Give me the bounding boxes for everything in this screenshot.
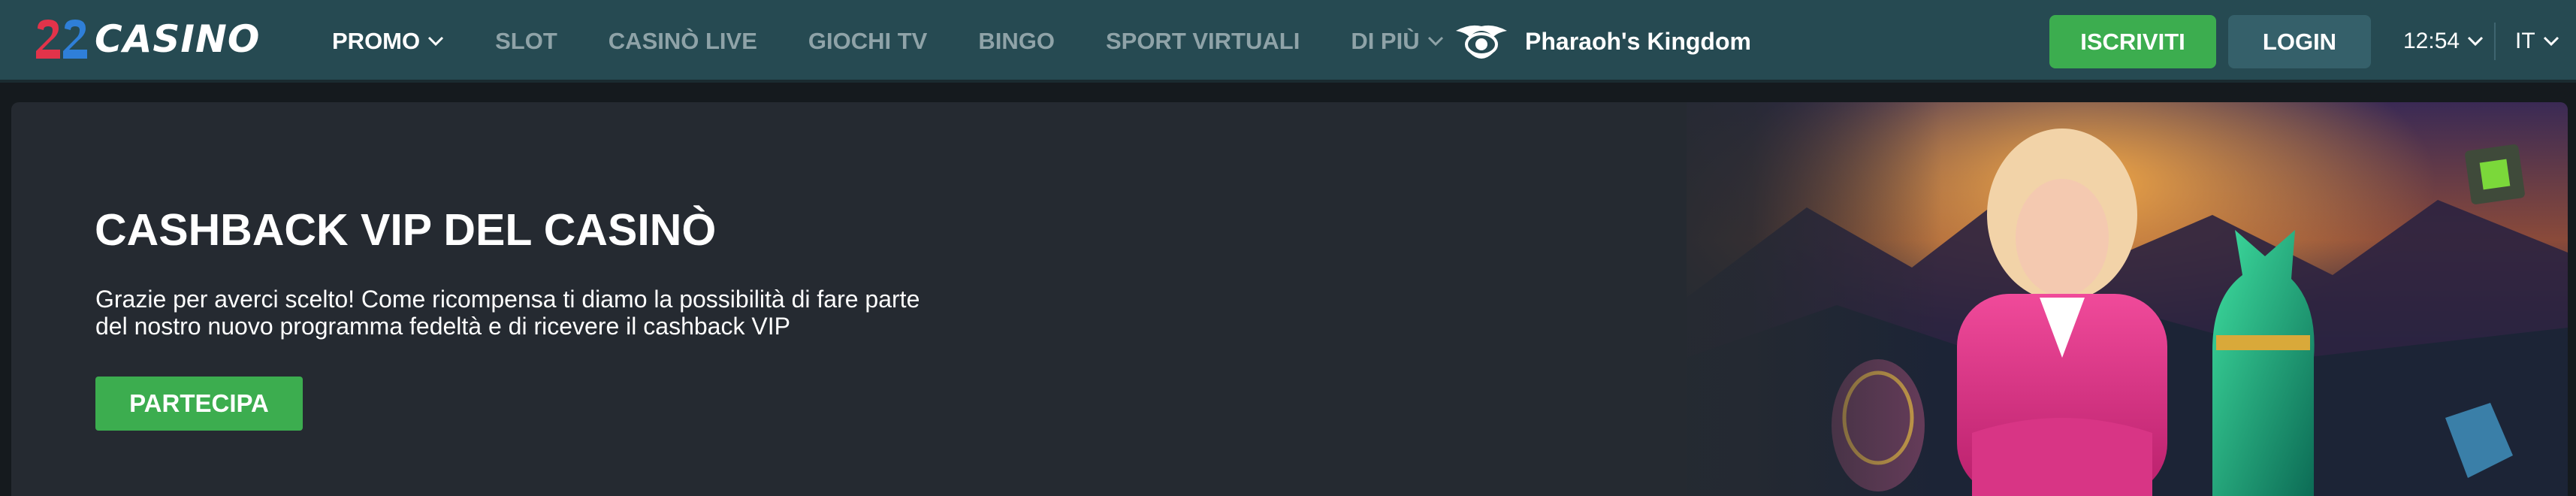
- nav-item-label: SPORT VIRTUALI: [1105, 28, 1300, 54]
- language-code: IT: [2515, 29, 2535, 53]
- pharaoh-eye-icon: [1456, 25, 1507, 59]
- top-navigation-bar: CASINO PROMO SLOT CASINÒ LIVE GIOCHI TV …: [0, 0, 2576, 83]
- logo-wordmark: CASINO: [95, 17, 261, 61]
- nav-item-giochi-tv[interactable]: GIOCHI TV: [808, 28, 927, 55]
- register-button[interactable]: ISCRIVITI: [2049, 15, 2216, 68]
- nav-item-bingo[interactable]: BINGO: [978, 28, 1055, 55]
- banner-fade: [1626, 102, 1942, 496]
- nav-item-label: CASINÒ LIVE: [608, 28, 757, 54]
- banner-description: Grazie per averci scelto! Come ricompens…: [95, 286, 920, 340]
- featured-game-link[interactable]: Pharaoh's Kingdom: [1454, 20, 1751, 62]
- clock-time: 12:54: [2403, 29, 2460, 53]
- nav-item-sport-virtuali[interactable]: SPORT VIRTUALI: [1106, 28, 1300, 55]
- nav-item-label: BINGO: [978, 28, 1055, 54]
- nav-item-label: PROMO: [332, 28, 421, 54]
- nav-item-promo[interactable]: PROMO: [332, 28, 444, 55]
- nav-item-label: GIOCHI TV: [808, 28, 928, 54]
- chevron-down-icon: [2543, 36, 2559, 47]
- clock-dropdown[interactable]: 12:54: [2403, 25, 2484, 58]
- logo-22-icon: [36, 20, 87, 59]
- nav-item-slot[interactable]: SLOT: [495, 28, 557, 55]
- nav-item-more[interactable]: DI PIÙ: [1351, 28, 1443, 55]
- chevron-down-icon: [1427, 36, 1443, 47]
- promo-banner: CASHBACK VIP DEL CASINÒ Grazie per averc…: [11, 102, 2568, 496]
- nav-item-label: SLOT: [495, 28, 557, 54]
- header-divider: [2494, 23, 2496, 60]
- join-button[interactable]: PARTECIPA: [95, 377, 303, 431]
- banner-title: CASHBACK VIP DEL CASINÒ: [95, 205, 717, 255]
- nav-item-label: DI PIÙ: [1351, 28, 1420, 54]
- casino-logo[interactable]: CASINO: [35, 17, 260, 62]
- main-nav: PROMO SLOT CASINÒ LIVE GIOCHI TV BINGO S…: [332, 0, 1495, 83]
- featured-game-title: Pharaoh's Kingdom: [1525, 27, 1751, 55]
- login-button[interactable]: LOGIN: [2228, 15, 2371, 68]
- chevron-down-icon: [428, 36, 444, 47]
- language-selector[interactable]: IT: [2515, 25, 2559, 58]
- nav-item-casino-live[interactable]: CASINÒ LIVE: [609, 28, 757, 55]
- chevron-down-icon: [2468, 36, 2484, 47]
